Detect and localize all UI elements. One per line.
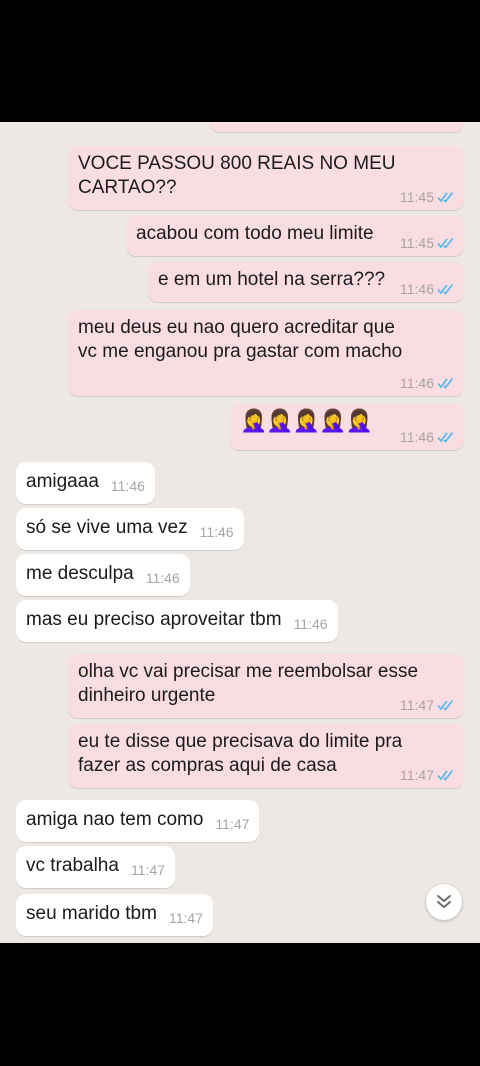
message-text: amigaaa bbox=[26, 471, 99, 492]
message-text: me desculpa bbox=[26, 563, 134, 584]
message-bubble[interactable]: amiga nao tem como 11:47 bbox=[16, 800, 260, 842]
message-time: 11:47 bbox=[400, 767, 434, 783]
message-text: seu marido tbm bbox=[26, 903, 157, 924]
message-time: 11:45 bbox=[400, 235, 434, 251]
message-text: meu deus eu nao quero acreditar que vc m… bbox=[78, 317, 403, 362]
message-meta: 11:47 bbox=[400, 697, 456, 713]
chat-area[interactable]: VOCE PASSOU 800 REAIS NO MEU CARTAO?? 11… bbox=[0, 122, 480, 943]
message-meta: 11:46 bbox=[400, 429, 456, 445]
message-bubble-partial[interactable] bbox=[210, 122, 464, 132]
message-text: mas eu preciso aproveitar tbm bbox=[26, 609, 282, 630]
read-ticks-icon bbox=[437, 770, 454, 781]
message-time: 11:46 bbox=[145, 570, 180, 586]
message-time: 11:47 bbox=[400, 697, 434, 713]
message-bubble[interactable]: 🤦‍♀️🤦‍♀️🤦‍♀️🤦‍♀️🤦‍♀️ 11:46 bbox=[230, 404, 464, 450]
read-ticks-icon bbox=[437, 284, 454, 295]
message-bubble[interactable]: acabou com todo meu limite 11:45 bbox=[126, 216, 464, 256]
message-meta: 11:45 bbox=[400, 235, 456, 251]
scroll-to-bottom-button[interactable] bbox=[426, 884, 462, 920]
message-text: VOCE PASSOU 800 REAIS NO MEU CARTAO?? bbox=[78, 153, 396, 198]
read-ticks-icon bbox=[437, 432, 454, 443]
message-bubble[interactable]: VOCE PASSOU 800 REAIS NO MEU CARTAO?? 11… bbox=[68, 146, 464, 210]
message-text: só se vive uma vez bbox=[26, 517, 188, 538]
message-meta: 11:46 bbox=[400, 375, 456, 391]
message-time: 11:45 bbox=[400, 189, 434, 205]
message-bubble[interactable]: e em um hotel na serra??? 11:46 bbox=[148, 262, 464, 302]
message-time: 11:47 bbox=[215, 816, 250, 832]
message-bubble[interactable]: mas eu preciso aproveitar tbm 11:46 bbox=[16, 600, 338, 642]
message-time: 11:46 bbox=[110, 478, 145, 494]
message-text: amiga nao tem como bbox=[26, 809, 204, 830]
double-chevron-down-icon bbox=[437, 895, 451, 908]
message-time: 11:46 bbox=[400, 281, 434, 297]
message-bubble[interactable]: só se vive uma vez 11:46 bbox=[16, 508, 244, 550]
read-ticks-icon bbox=[437, 238, 454, 249]
read-ticks-icon bbox=[437, 192, 454, 203]
message-meta: 11:45 bbox=[400, 189, 456, 205]
message-bubble[interactable]: meu deus eu nao quero acreditar que vc m… bbox=[68, 310, 464, 396]
message-meta: 11:47 bbox=[400, 767, 456, 783]
message-bubble[interactable]: me desculpa 11:46 bbox=[16, 554, 190, 596]
read-ticks-icon bbox=[437, 700, 454, 711]
message-bubble[interactable]: seu marido tbm 11:47 bbox=[16, 894, 213, 936]
message-bubble[interactable]: eu te disse que precisava do limite pra … bbox=[68, 724, 464, 788]
message-time: 11:46 bbox=[400, 429, 434, 445]
message-time: 11:47 bbox=[168, 910, 203, 926]
message-meta: 11:46 bbox=[400, 281, 456, 297]
message-bubble[interactable]: olha vc vai precisar me reembolsar esse … bbox=[68, 654, 464, 718]
message-time: 11:46 bbox=[293, 616, 328, 632]
message-time: 11:47 bbox=[130, 862, 165, 878]
read-ticks-icon bbox=[437, 378, 454, 389]
message-time: 11:46 bbox=[400, 375, 434, 391]
message-time: 11:46 bbox=[199, 524, 234, 540]
message-text: vc trabalha bbox=[26, 855, 119, 876]
message-bubble[interactable]: amigaaa 11:46 bbox=[16, 462, 155, 504]
message-bubble[interactable]: vc trabalha 11:47 bbox=[16, 846, 175, 888]
message-text: olha vc vai precisar me reembolsar esse … bbox=[78, 661, 419, 706]
message-text: eu te disse que precisava do limite pra … bbox=[78, 731, 403, 776]
